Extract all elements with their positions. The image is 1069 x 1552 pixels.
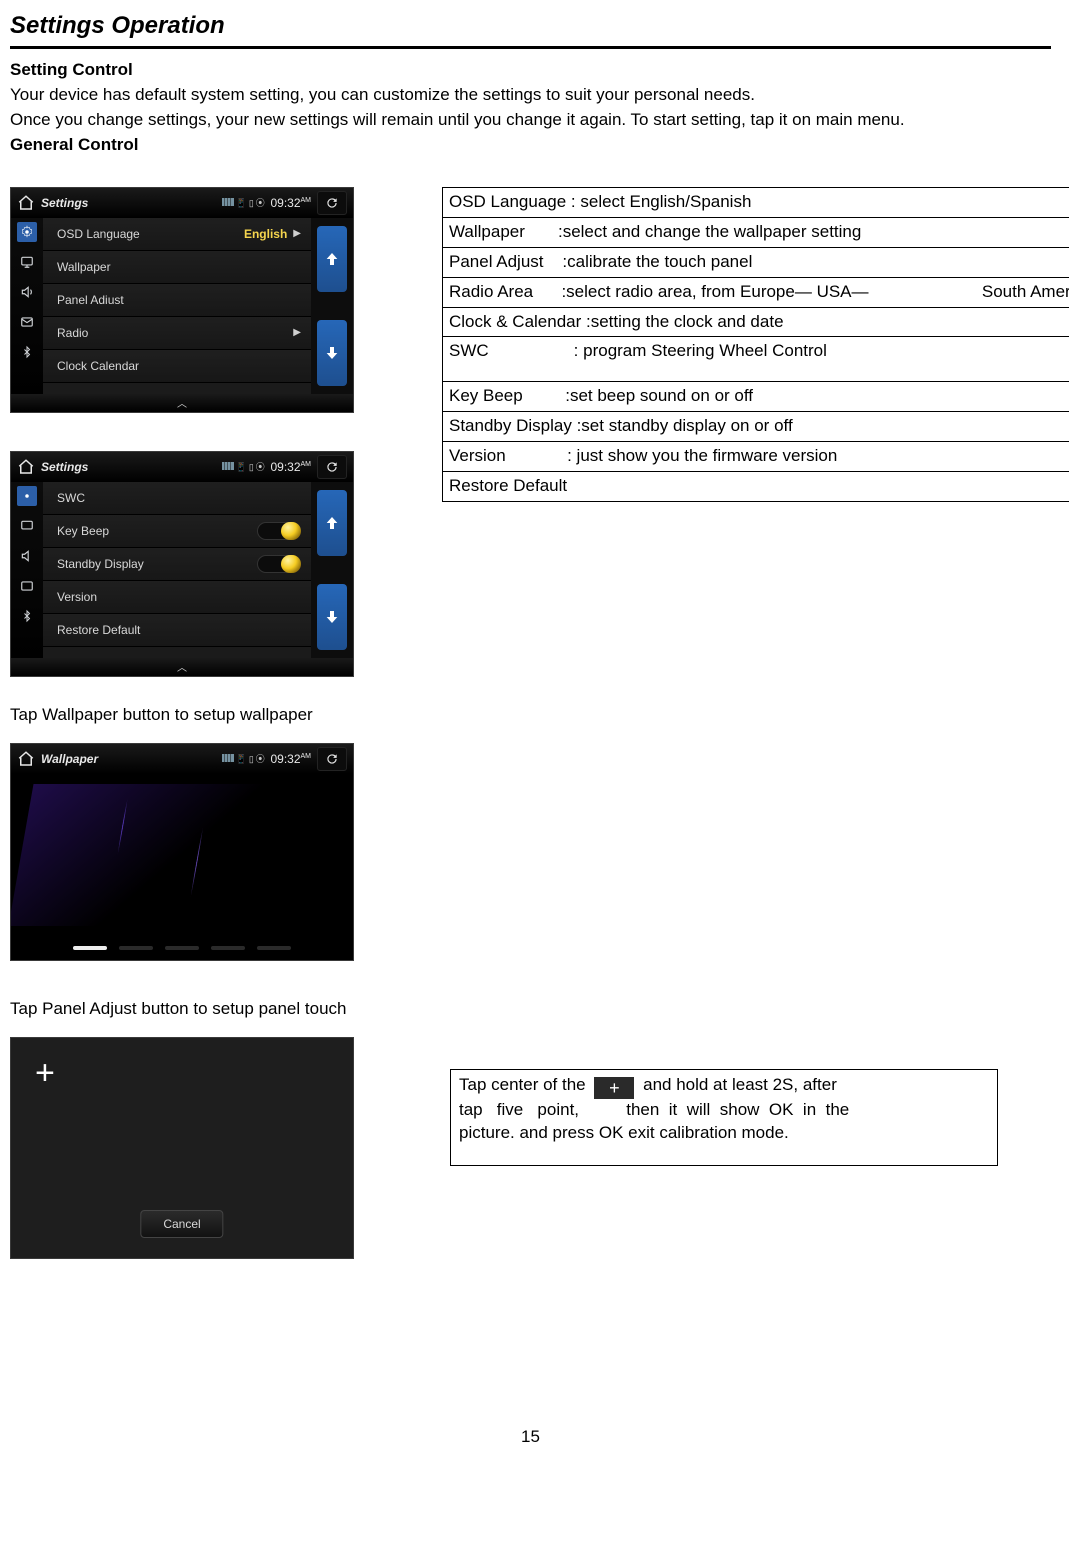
bluetooth-icon[interactable] [17, 606, 37, 626]
speaker-icon[interactable] [17, 546, 37, 566]
envelope-icon[interactable] [17, 576, 37, 596]
bluetooth-icon[interactable] [17, 342, 37, 362]
screenshot-settings-2: Settings 📱 ▯ ⦿ 09:32AM SWC Key Beep Stan… [10, 451, 354, 677]
table-row: Clock & Calendar :setting the clock and … [443, 307, 1069, 337]
topbar-title: Wallpaper [41, 752, 98, 766]
list-item[interactable]: Wallpaper [43, 251, 311, 284]
list-item[interactable]: Panel Adiust [43, 284, 311, 317]
table-row: Key Beep :set beep sound on or off [443, 382, 1069, 412]
clock: 09:32AM [270, 752, 311, 766]
intro-line-2: Once you change settings, your new setti… [10, 109, 1051, 132]
page-title: Settings Operation [10, 12, 1051, 40]
list-item[interactable]: Standby Display [43, 548, 311, 581]
expand-bar[interactable]: ︿ [11, 394, 353, 412]
home-icon[interactable] [17, 458, 35, 476]
status-icons: 📱 ▯ ⦿ [222, 196, 265, 209]
list-item[interactable]: Radio▶ [43, 317, 311, 350]
heading-setting-control: Setting Control [10, 59, 1051, 82]
screenshot-settings-1: Settings 📱 ▯ ⦿ 09:32AM OSD LanguageEngli… [10, 187, 354, 413]
table-row: SWC : program Steering Wheel Control [443, 337, 1069, 382]
page-indicator [11, 946, 353, 950]
display-icon[interactable] [17, 252, 37, 272]
chevron-right-icon: ▶ [293, 228, 301, 239]
tip-text: Tap center of the [459, 1075, 586, 1094]
gear-icon[interactable] [17, 486, 37, 506]
caption-wallpaper: Tap Wallpaper button to setup wallpaper [10, 705, 1051, 725]
caption-panel-adjust: Tap Panel Adjust button to setup panel t… [10, 999, 1051, 1019]
speaker-icon[interactable] [17, 282, 37, 302]
intro-line-1: Your device has default system setting, … [10, 84, 1051, 107]
home-icon[interactable] [17, 194, 35, 212]
list-item[interactable]: Version [43, 581, 311, 614]
list-item[interactable]: OSD LanguageEnglish▶ [43, 218, 311, 251]
envelope-icon[interactable] [17, 312, 37, 332]
back-button[interactable] [317, 455, 347, 479]
tip-text: picture. and press OK exit calibration m… [459, 1122, 989, 1145]
chevron-right-icon: ▶ [293, 327, 301, 338]
table-row: Panel Adjust :calibrate the touch panel [443, 247, 1069, 277]
clock: 09:32AM [270, 196, 311, 210]
table-row: Radio Area :select radio area, from Euro… [443, 277, 1069, 307]
list-item[interactable]: SWC [43, 482, 311, 515]
page-number: 15 [10, 1427, 1051, 1447]
table-row: OSD Language : select English/Spanish [443, 187, 1069, 217]
home-icon[interactable] [17, 750, 35, 768]
table-row: Wallpaper :select and change the wallpap… [443, 217, 1069, 247]
screenshot-panel-adjust: + Cancel [10, 1037, 354, 1259]
gear-icon[interactable] [17, 222, 37, 242]
calibration-tip: Tap center of the + and hold at least 2S… [450, 1069, 998, 1166]
screenshot-wallpaper: Wallpaper 📱 ▯ ⦿ 09:32AM [10, 743, 354, 961]
clock: 09:32AM [270, 460, 311, 474]
display-icon[interactable] [17, 516, 37, 536]
status-icons: 📱 ▯ ⦿ [222, 752, 265, 765]
tip-text: and hold at least 2S, after [643, 1075, 837, 1094]
list-item[interactable]: Key Beep [43, 515, 311, 548]
cancel-button[interactable]: Cancel [140, 1210, 223, 1238]
list-item[interactable]: Clock Calendar [43, 350, 311, 383]
divider [10, 46, 1051, 49]
chevron-up-icon: ︿ [177, 395, 187, 410]
list-item[interactable]: Restore Default [43, 614, 311, 647]
chevron-up-icon: ︿ [177, 659, 187, 674]
plus-icon: + [594, 1077, 634, 1099]
status-icons: 📱 ▯ ⦿ [222, 460, 265, 473]
table-row: Standby Display :set standby display on … [443, 412, 1069, 442]
scroll-down-button[interactable] [317, 584, 347, 650]
table-row: Restore Default [443, 472, 1069, 502]
table-row: Version : just show you the firmware ver… [443, 442, 1069, 472]
scroll-down-button[interactable] [317, 320, 347, 386]
back-button[interactable] [317, 747, 347, 771]
back-button[interactable] [317, 191, 347, 215]
topbar-title: Settings [41, 196, 88, 210]
settings-description-table: OSD Language : select English/Spanish Wa… [442, 187, 1069, 502]
calibration-plus-icon[interactable]: + [35, 1056, 55, 1090]
expand-bar[interactable]: ︿ [11, 658, 353, 676]
scroll-up-button[interactable] [317, 226, 347, 292]
scroll-up-button[interactable] [317, 490, 347, 556]
tip-text: tap five point, then it will show OK in … [459, 1099, 989, 1122]
topbar-title: Settings [41, 460, 88, 474]
toggle[interactable] [257, 555, 301, 573]
heading-general-control: General Control [10, 134, 1051, 157]
wallpaper-preview[interactable] [11, 784, 353, 926]
toggle[interactable] [257, 522, 301, 540]
